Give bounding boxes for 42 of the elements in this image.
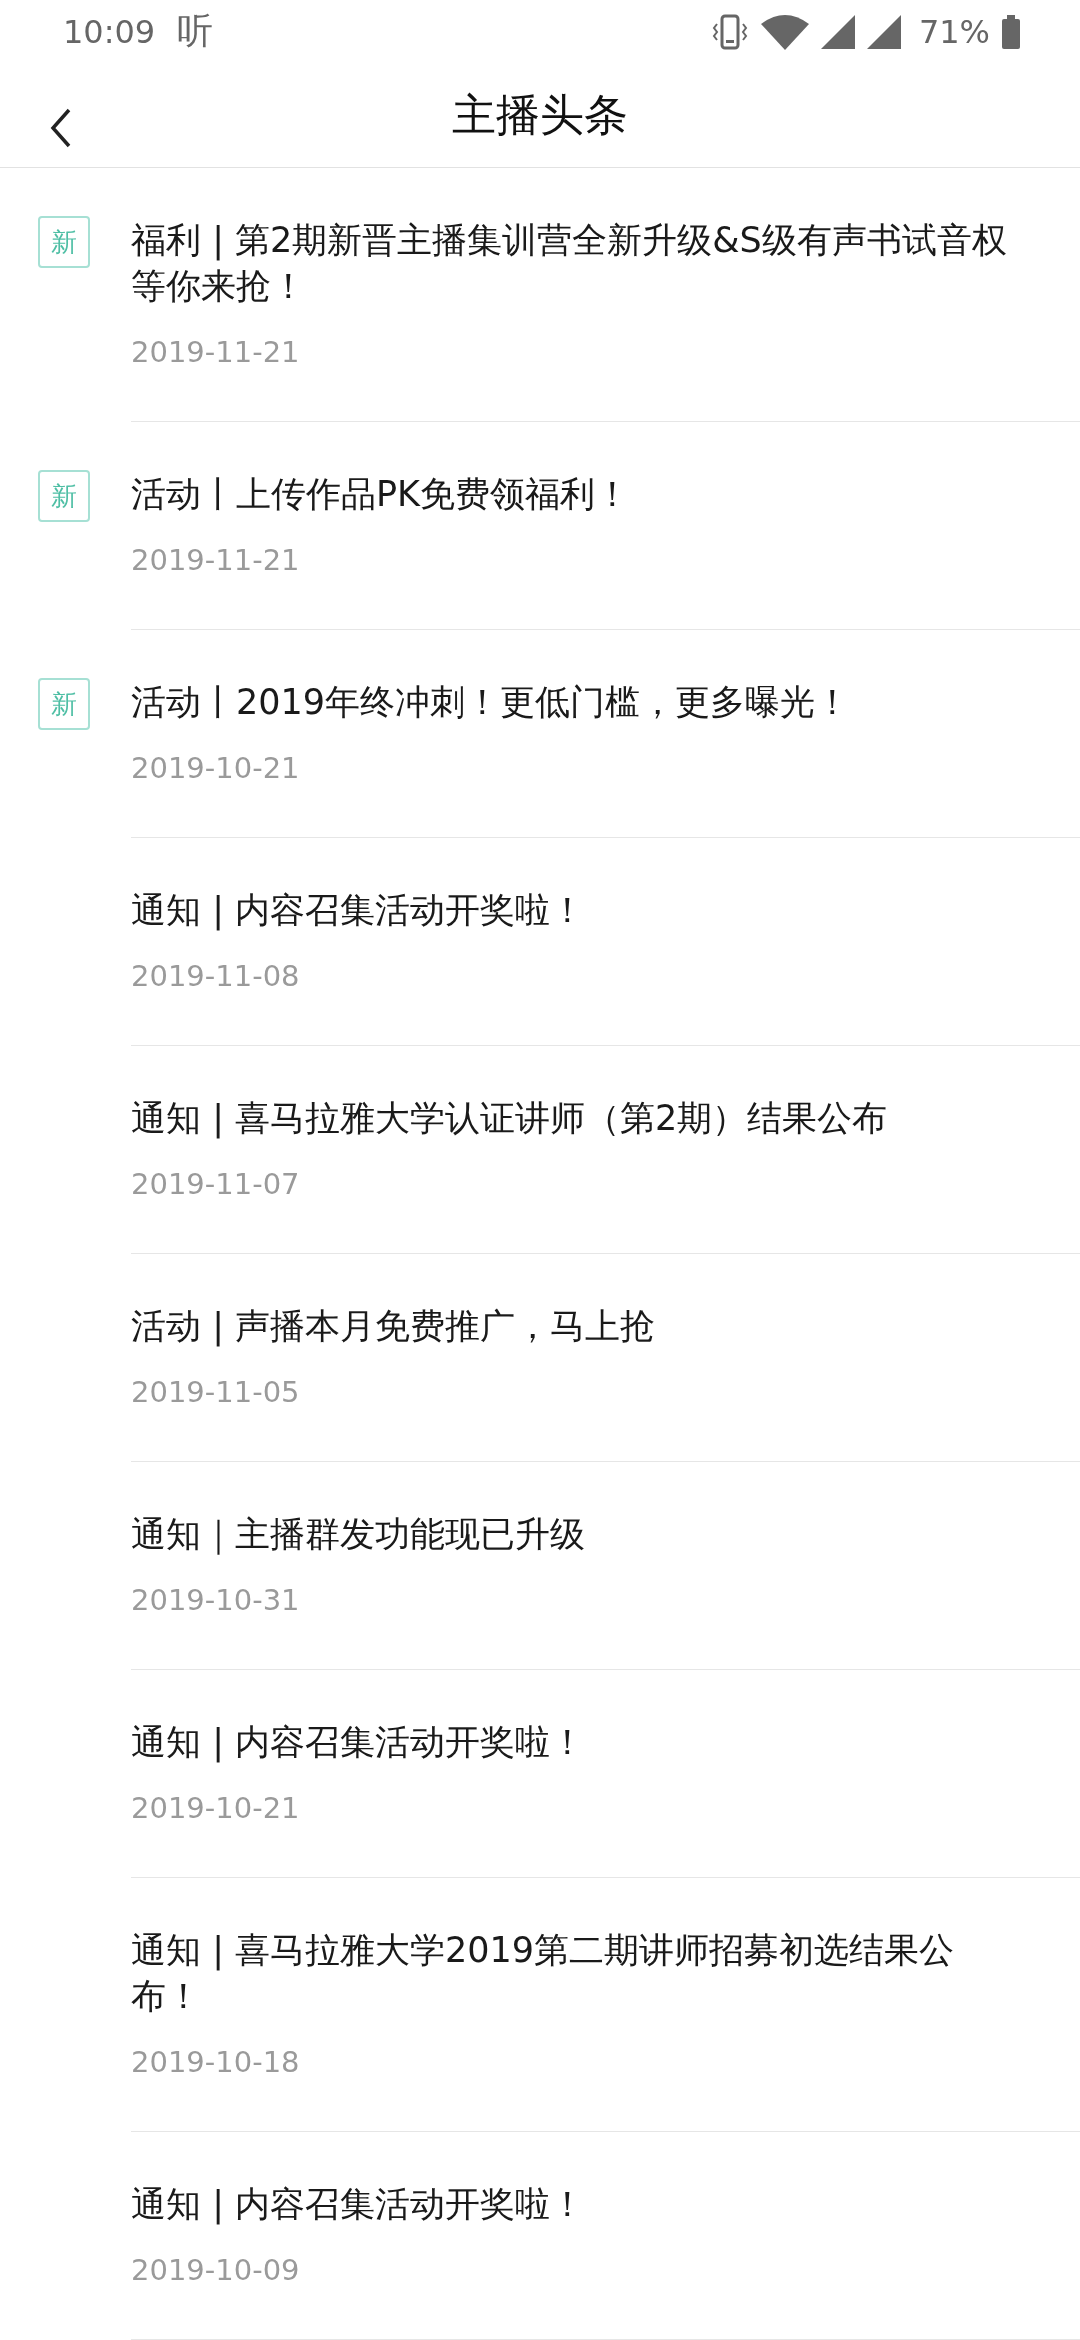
news-item[interactable]: 活动 | 声播本月免费推广，马上抢 2019-11-05 bbox=[0, 1254, 1080, 1462]
signal-icon bbox=[820, 14, 855, 49]
news-item[interactable]: 通知 | 内容召集活动开奖啦！ 2019-11-08 bbox=[0, 838, 1080, 1046]
item-date: 2019-11-21 bbox=[131, 334, 301, 371]
item-date: 2019-11-21 bbox=[131, 542, 301, 579]
item-title: 福利 | 第2期新晋主播集训营全新升级&S级有声书试音权等你来抢！ bbox=[131, 219, 1008, 308]
item-date: 2019-11-05 bbox=[131, 1374, 301, 1411]
item-date: 2019-10-09 bbox=[131, 2252, 301, 2289]
news-item[interactable]: 通知 | 喜马拉雅大学认证讲师（第2期）结果公布 2019-11-07 bbox=[0, 1046, 1080, 1254]
wifi-icon bbox=[760, 13, 809, 50]
item-title: 活动丨2019年终冲刺！更低门槛，更多曝光！ bbox=[131, 681, 852, 724]
item-title: 通知 | 喜马拉雅大学认证讲师（第2期）结果公布 bbox=[131, 1097, 889, 1141]
app-notification-icon: 听 bbox=[177, 7, 214, 57]
item-title: 通知 | 内容召集活动开奖啦！ bbox=[131, 2183, 587, 2227]
new-badge: 新 bbox=[38, 216, 90, 268]
item-date: 2019-11-08 bbox=[131, 958, 301, 995]
news-item[interactable]: 新 福利 | 第2期新晋主播集训营全新升级&S级有声书试音权等你来抢！ 2019-11-21 bbox=[0, 168, 1080, 422]
battery-percentage: 71% bbox=[918, 12, 990, 51]
page-title: 主播头条 bbox=[452, 87, 628, 142]
item-date: 2019-10-18 bbox=[131, 2044, 301, 2081]
new-badge: 新 bbox=[38, 678, 90, 730]
item-title: 通知｜主播群发功能现已升级 bbox=[131, 1513, 586, 1557]
clock-time: 10:09 bbox=[63, 12, 156, 51]
item-date: 2019-10-21 bbox=[131, 1790, 301, 1827]
news-item[interactable]: 新 活动丨2019年终冲刺！更低门槛，更多曝光！ 2019-10-21 bbox=[0, 630, 1080, 838]
news-item[interactable]: 通知｜主播群发功能现已升级 2019-10-31 bbox=[0, 1462, 1080, 1670]
item-date: 2019-11-07 bbox=[131, 1166, 301, 1203]
news-item[interactable]: 通知 | 喜马拉雅大学2019第二期讲师招募初选结果公布！ 2019-10-18 bbox=[0, 1878, 1080, 2132]
item-title: 活动 | 声播本月免费推广，马上抢 bbox=[131, 1305, 657, 1349]
back-icon[interactable] bbox=[50, 107, 72, 148]
item-title: 通知 | 内容召集活动开奖啦！ bbox=[131, 1721, 587, 1765]
item-date: 2019-10-31 bbox=[131, 1582, 301, 1619]
battery-icon bbox=[1002, 14, 1020, 49]
item-date: 2019-10-21 bbox=[131, 750, 301, 787]
item-title: 通知 | 喜马拉雅大学2019第二期讲师招募初选结果公布！ bbox=[131, 1929, 956, 2018]
new-badge: 新 bbox=[38, 470, 90, 522]
item-title: 通知 | 内容召集活动开奖啦！ bbox=[131, 889, 587, 933]
news-item[interactable]: 通知 | 内容召集活动开奖啦！ 2019-10-09 bbox=[0, 2132, 1080, 2340]
news-item[interactable]: 通知 | 内容召集活动开奖啦！ 2019-10-21 bbox=[0, 1670, 1080, 1878]
news-item[interactable]: 新 活动丨上传作品PK免费领福利！ 2019-11-21 bbox=[0, 422, 1080, 630]
item-title: 活动丨上传作品PK免费领福利！ bbox=[131, 473, 632, 516]
signal-icon bbox=[866, 14, 901, 49]
